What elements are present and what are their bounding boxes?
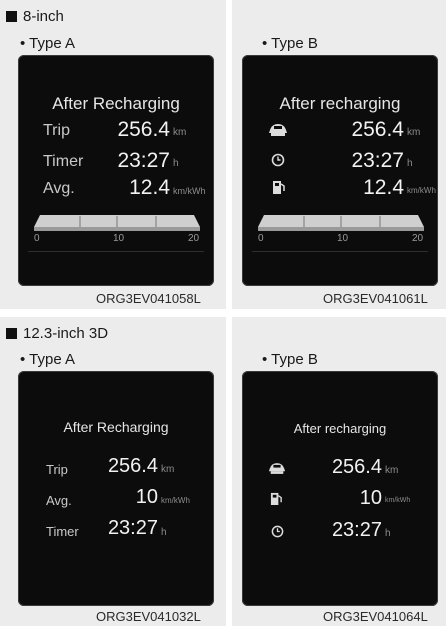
type-a-label: • Type A bbox=[20, 351, 76, 368]
trip-value: 256.4 bbox=[331, 456, 382, 478]
trip-unit: km bbox=[407, 127, 421, 138]
type-b-label: • Type B bbox=[262, 35, 318, 52]
avg-unit: km/kWh bbox=[385, 497, 411, 504]
display-screen-8inch-type-a: After Recharging Trip 256.4 km Timer 23:… bbox=[18, 55, 214, 286]
gauge-tick-0: 0 bbox=[258, 233, 264, 244]
avg-value: 10 bbox=[135, 486, 158, 508]
screen-heading: After recharging bbox=[293, 421, 387, 436]
car-icon bbox=[269, 124, 287, 136]
screen-heading: After Recharging bbox=[63, 419, 169, 435]
screen-heading: After recharging bbox=[279, 94, 401, 113]
trip-value: 256.4 bbox=[117, 118, 170, 141]
fuel-pump-icon bbox=[273, 181, 285, 194]
timer-unit: h bbox=[173, 158, 179, 169]
timer-unit: h bbox=[161, 527, 167, 538]
section-title-12inch: 12.3-inch 3D bbox=[6, 325, 108, 342]
gauge-tick-20: 20 bbox=[188, 233, 200, 244]
image-code-a: ORG3EV041032L bbox=[96, 609, 201, 624]
display-screen-12inch-type-a: After Recharging Trip 256.4 km Avg. 10 k… bbox=[18, 371, 214, 606]
avg-label: Avg. bbox=[43, 180, 75, 197]
avg-unit: km/kWh bbox=[173, 186, 206, 196]
gauge-tick-10: 10 bbox=[113, 233, 125, 244]
image-code-b: ORG3EV041064L bbox=[323, 609, 428, 624]
image-code-b: ORG3EV041061L bbox=[323, 291, 428, 306]
timer-value: 23:27 bbox=[117, 149, 170, 172]
fuel-pump-icon bbox=[270, 492, 282, 505]
timer-unit: h bbox=[385, 528, 391, 539]
timer-value: 23:27 bbox=[331, 519, 382, 541]
avg-unit: km/kWh bbox=[407, 186, 436, 195]
avg-value: 12.4 bbox=[363, 176, 404, 199]
clock-icon bbox=[271, 153, 285, 167]
car-icon bbox=[268, 463, 286, 474]
display-screen-8inch-type-b: After recharging 256.4 km 23:27 h 12.4 k… bbox=[242, 55, 438, 286]
trip-label: Trip bbox=[46, 462, 68, 477]
section-title-text: 8-inch bbox=[23, 8, 64, 25]
gauge-base-line bbox=[28, 251, 204, 252]
trip-unit: km bbox=[161, 464, 175, 475]
avg-label: Avg. bbox=[46, 493, 72, 508]
gauge-tick-20: 20 bbox=[412, 233, 424, 244]
square-bullet-icon bbox=[6, 11, 17, 22]
image-code-a: ORG3EV041058L bbox=[96, 291, 201, 306]
type-b-label: • Type B bbox=[262, 351, 318, 368]
timer-label: Timer bbox=[43, 153, 84, 170]
timer-value: 23:27 bbox=[107, 517, 158, 539]
section-title-text: 12.3-inch 3D bbox=[23, 325, 109, 342]
display-screen-12inch-type-b: After recharging 256.4 km 10 km/kWh 23:2… bbox=[242, 371, 438, 606]
type-a-label: • Type A bbox=[20, 35, 76, 52]
trip-unit: km bbox=[385, 465, 399, 476]
gauge-base-line bbox=[252, 251, 428, 252]
screen-heading: After Recharging bbox=[52, 94, 180, 113]
trip-value: 256.4 bbox=[351, 118, 404, 141]
timer-unit: h bbox=[407, 158, 413, 169]
timer-value: 23:27 bbox=[351, 149, 404, 172]
avg-value: 10 bbox=[359, 487, 382, 509]
trip-value: 256.4 bbox=[107, 455, 158, 477]
avg-value: 12.4 bbox=[129, 176, 170, 199]
avg-unit: km/kWh bbox=[161, 496, 190, 505]
gauge-tick-10: 10 bbox=[337, 233, 349, 244]
clock-icon bbox=[271, 525, 284, 538]
square-bullet-icon bbox=[6, 328, 17, 339]
timer-label: Timer bbox=[46, 524, 79, 539]
gauge-tick-0: 0 bbox=[34, 233, 40, 244]
trip-unit: km bbox=[173, 127, 187, 138]
trip-label: Trip bbox=[43, 122, 70, 139]
section-title-8inch: 8-inch bbox=[6, 8, 64, 25]
